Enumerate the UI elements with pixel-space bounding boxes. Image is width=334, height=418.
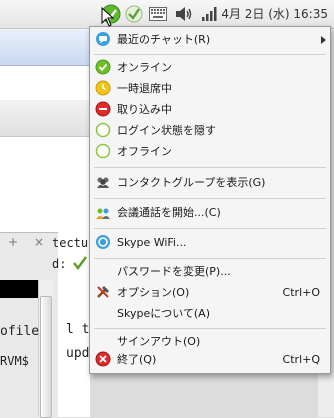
menu-item-offline[interactable]: オフライン	[90, 141, 330, 162]
top-panel: 4月 2日 (水) 16:35	[0, 0, 334, 29]
menu-item-start-conference[interactable]: 会議通話を開始...(C)	[90, 202, 330, 223]
background-text: d:	[52, 257, 67, 271]
menu-item-recent-chats[interactable]: 最近のチャット(R)	[90, 29, 330, 50]
skype-logo-icon	[95, 234, 111, 250]
menu-item-label: コンタクトグループを表示(G)	[117, 176, 266, 189]
menu-separator	[94, 228, 326, 229]
contact-group-icon	[95, 174, 111, 190]
menu-item-change-password[interactable]: パスワードを変更(P)...	[90, 261, 330, 282]
away-status-icon	[95, 80, 111, 96]
signal-icon[interactable]	[199, 2, 219, 26]
menu-item-label: 終了(Q)	[117, 353, 157, 366]
background-window-header	[0, 29, 90, 66]
menu-item-about[interactable]: Skypeについて(A)	[90, 303, 330, 324]
offline-status-icon	[95, 143, 111, 159]
menu-item-invisible[interactable]: ログイン状態を隠す	[90, 120, 330, 141]
skype-status-menu: 最近のチャット(R) オンライン 一時退席中 取り込み中 ログイン状態を隠す オ…	[89, 26, 331, 374]
menu-separator	[94, 54, 326, 55]
mouse-cursor-icon	[101, 7, 115, 27]
volume-icon[interactable]	[174, 2, 194, 26]
background-text: RVM$	[0, 354, 29, 368]
menu-item-label: パスワードを変更(P)...	[117, 265, 231, 278]
invisible-status-icon	[95, 122, 111, 138]
menu-item-label: ログイン状態を隠す	[117, 124, 216, 137]
chat-bubble-icon	[95, 31, 111, 47]
terminal-scroll-thumb[interactable]	[40, 296, 52, 418]
tools-icon	[95, 284, 111, 300]
close-tab-icon[interactable]: ×	[34, 235, 44, 249]
menu-item-show-groups[interactable]: コンタクトグループを表示(G)	[90, 172, 330, 193]
quit-shortcut: Ctrl+Q	[282, 353, 320, 366]
menu-item-options[interactable]: オプション(O) Ctrl+O	[90, 282, 330, 303]
clock[interactable]: 4月 2日 (水) 16:35	[221, 0, 328, 28]
menu-item-label: Skype WiFi...	[117, 236, 187, 249]
terminal-output	[0, 280, 38, 298]
menu-separator	[94, 328, 326, 329]
options-shortcut: Ctrl+O	[282, 286, 320, 299]
menu-item-label: オンライン	[117, 61, 172, 74]
menu-item-label: 会議通話を開始...(C)	[117, 206, 221, 219]
check-mark-icon	[73, 256, 88, 271]
submenu-arrow-icon	[321, 36, 326, 44]
conference-call-icon	[95, 204, 111, 220]
menu-separator	[94, 167, 326, 168]
menu-item-online[interactable]: オンライン	[90, 57, 330, 78]
menu-item-label: Skypeについて(A)	[117, 307, 210, 320]
menu-item-label: オフライン	[117, 145, 172, 158]
menu-item-label: 取り込み中	[117, 103, 172, 116]
online-status-icon	[95, 59, 111, 75]
menu-separator	[94, 258, 326, 259]
menu-item-quit[interactable]: 終了(Q) Ctrl+Q	[90, 349, 330, 370]
menu-item-away[interactable]: 一時退席中	[90, 78, 330, 99]
menu-item-busy[interactable]: 取り込み中	[90, 99, 330, 120]
quit-icon	[95, 351, 111, 367]
menu-item-label: 一時退席中	[117, 82, 172, 95]
checkmark-icon[interactable]	[124, 2, 144, 26]
background-text: ofile	[0, 324, 40, 339]
menu-separator	[94, 198, 326, 199]
menu-item-skype-wifi[interactable]: Skype WiFi...	[90, 232, 330, 253]
keyboard-icon[interactable]	[148, 2, 168, 26]
new-tab-icon[interactable]: +	[8, 235, 18, 249]
menu-item-label: 最近のチャット(R)	[117, 33, 211, 46]
background-toolbar	[0, 100, 90, 137]
menu-item-label: オプション(O)	[117, 286, 190, 299]
busy-status-icon	[95, 101, 111, 117]
